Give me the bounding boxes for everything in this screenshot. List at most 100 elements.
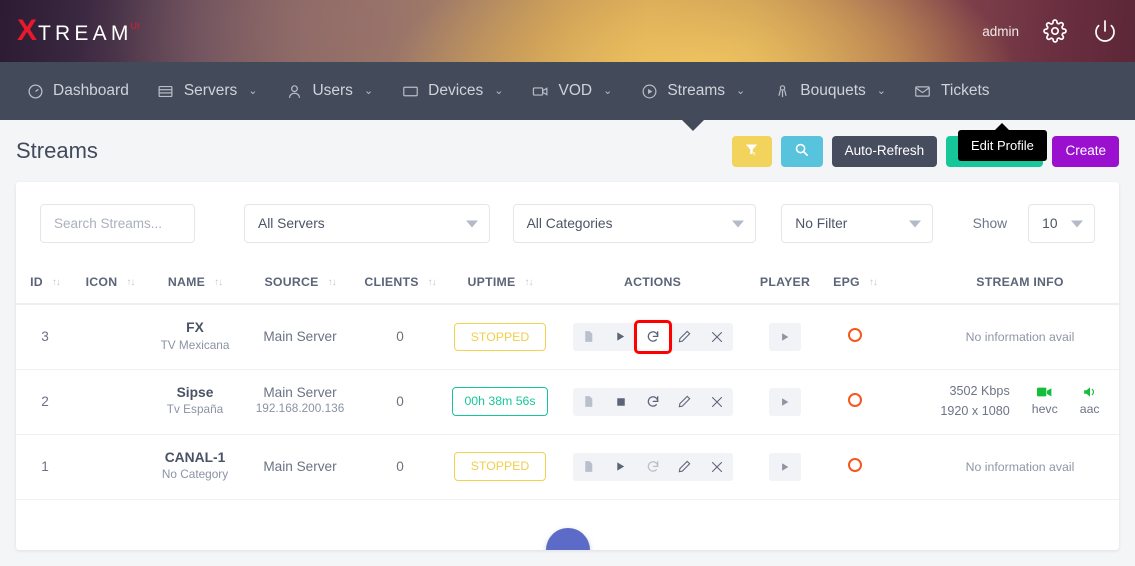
document-icon[interactable] — [573, 388, 605, 416]
scroll-top-fab[interactable] — [546, 528, 590, 550]
nav-item-streams[interactable]: Streams ⌄ — [626, 62, 759, 120]
cell-epg — [821, 369, 889, 434]
edit-pencil-icon[interactable] — [669, 388, 701, 416]
stream-name: Sipse — [146, 384, 244, 401]
nav-item-servers[interactable]: Servers ⌄ — [143, 62, 272, 120]
stop-icon[interactable] — [605, 388, 637, 416]
auto-refresh-button[interactable]: Auto-Refresh — [832, 136, 938, 167]
create-button[interactable]: Create — [1052, 136, 1119, 167]
video-icon — [532, 82, 550, 100]
player-play-icon[interactable] — [769, 388, 801, 416]
header-label: UPTIME — [468, 275, 516, 289]
close-x-icon[interactable] — [701, 453, 733, 481]
header-label: NAME — [168, 275, 205, 289]
cell-name: FX TV Mexicana — [146, 304, 244, 369]
video-codec-block: hevc — [1032, 384, 1058, 420]
nav-item-tickets[interactable]: Tickets — [900, 62, 1004, 120]
play-icon[interactable] — [605, 323, 637, 351]
header-user-area: admin — [982, 17, 1119, 45]
cell-id: 2 — [16, 369, 74, 434]
document-icon[interactable] — [573, 453, 605, 481]
nav-label-dashboard: Dashboard — [53, 82, 129, 100]
server-icon — [157, 82, 175, 100]
nav-item-vod[interactable]: VOD ⌄ — [518, 62, 627, 120]
mail-icon — [914, 82, 932, 100]
search-toggle-button[interactable] — [781, 136, 823, 167]
edit-pencil-icon[interactable] — [669, 323, 701, 351]
stream-bitrate-resolution: 3502 Kbps 1920 x 1080 — [940, 382, 1009, 421]
dashboard-icon — [26, 82, 44, 100]
xtream-logo[interactable]: XTREAMUI — [17, 16, 142, 46]
resolution-value: 1920 x 1080 — [940, 402, 1009, 422]
restart-icon[interactable] — [637, 323, 669, 351]
column-header-uptime[interactable]: UPTIME↑↓ — [444, 267, 556, 304]
table-row[interactable]: 1 CANAL-1 No Category Main Server 0 STOP… — [16, 434, 1119, 499]
stream-info-text: No information avail — [889, 330, 1119, 344]
gear-icon[interactable] — [1041, 17, 1069, 45]
nav-item-bouquets[interactable]: Bouquets ⌄ — [759, 62, 900, 120]
player-play-icon[interactable] — [769, 323, 801, 351]
cell-player — [749, 369, 821, 434]
chevron-down-icon: ⌄ — [877, 86, 886, 97]
header-label: ACTIONS — [624, 275, 681, 289]
chevron-down-icon — [1071, 220, 1083, 227]
sort-icon: ↑↓ — [869, 277, 877, 288]
speaker-icon — [1080, 384, 1100, 399]
table-row[interactable]: 2 Sipse Tv España Main Server 192.168.20… — [16, 369, 1119, 434]
nav-item-users[interactable]: Users ⌄ — [271, 62, 387, 120]
document-icon[interactable] — [573, 323, 605, 351]
brand-header: XTREAMUI admin — [0, 0, 1135, 62]
column-header-epg[interactable]: EPG ↑↓ — [821, 267, 889, 304]
edit-pencil-icon[interactable] — [669, 453, 701, 481]
column-header-icon[interactable]: ICON↑↓ — [74, 267, 146, 304]
sort-icon: ↑↓ — [428, 277, 436, 288]
player-play-icon[interactable] — [769, 453, 801, 481]
nav-label-users: Users — [312, 82, 352, 100]
page-size-select[interactable]: 10 — [1028, 204, 1095, 243]
nav-label-tickets: Tickets — [941, 82, 990, 100]
cell-epg — [821, 304, 889, 369]
chevron-down-icon: ⌄ — [736, 86, 745, 97]
column-header-actions: ACTIONS — [556, 267, 749, 304]
nav-item-dashboard[interactable]: Dashboard — [12, 62, 143, 120]
cell-actions — [556, 434, 749, 499]
table-body: 3 FX TV Mexicana Main Server 0 STOPPED — [16, 304, 1119, 499]
column-header-id[interactable]: ID↑↓ — [16, 267, 74, 304]
show-entries-label: Show — [973, 216, 1008, 231]
cell-id: 3 — [16, 304, 74, 369]
table-row[interactable]: 3 FX TV Mexicana Main Server 0 STOPPED — [16, 304, 1119, 369]
nav-label-vod: VOD — [559, 82, 593, 100]
servers-select[interactable]: All Servers — [244, 204, 490, 243]
categories-select[interactable]: All Categories — [513, 204, 757, 243]
stream-category: Tv España — [146, 401, 244, 419]
close-x-icon[interactable] — [701, 323, 733, 351]
page-size-value: 10 — [1042, 216, 1057, 231]
restart-icon[interactable] — [637, 453, 669, 481]
close-x-icon[interactable] — [701, 388, 733, 416]
power-icon[interactable] — [1091, 17, 1119, 45]
column-header-clients[interactable]: CLIENTS↑↓ — [356, 267, 444, 304]
epg-circle-icon[interactable] — [848, 458, 862, 472]
column-header-stream-info: STREAM INFO — [889, 267, 1119, 304]
svg-text:x: x — [753, 151, 756, 157]
cell-clients: 0 — [356, 369, 444, 434]
username-label: admin — [982, 24, 1019, 39]
device-icon — [401, 82, 419, 100]
stream-icon — [640, 82, 658, 100]
play-icon[interactable] — [605, 453, 637, 481]
chevron-down-icon: ⌄ — [603, 86, 612, 97]
clear-filter-button[interactable]: x — [732, 136, 772, 167]
column-header-source[interactable]: SOURCE↑↓ — [244, 267, 356, 304]
logo-wordmark: TREAM — [38, 23, 133, 44]
cell-epg — [821, 434, 889, 499]
search-input[interactable] — [40, 204, 195, 243]
header-label: EPG — [833, 275, 860, 289]
column-header-name[interactable]: NAME↑↓ — [146, 267, 244, 304]
source-name: Main Server — [244, 459, 356, 474]
status-filter-select[interactable]: No Filter — [781, 204, 932, 243]
restart-icon[interactable] — [637, 388, 669, 416]
nav-item-devices[interactable]: Devices ⌄ — [387, 62, 517, 120]
epg-circle-icon[interactable] — [848, 393, 862, 407]
epg-circle-icon[interactable] — [848, 328, 862, 342]
main-navigation: Dashboard Servers ⌄ Users ⌄ Devices ⌄ VO… — [0, 62, 1135, 120]
